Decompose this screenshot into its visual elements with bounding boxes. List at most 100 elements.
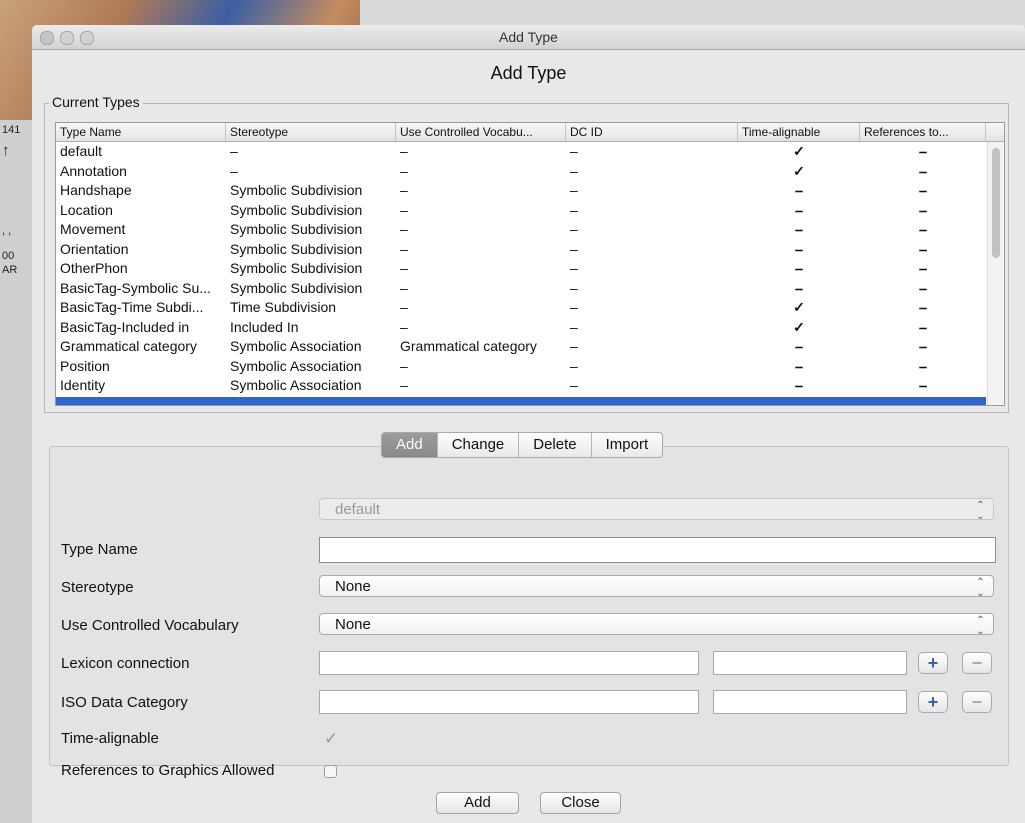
scrollbar-thumb[interactable] xyxy=(992,148,1000,258)
table-cell-vocab: – xyxy=(400,201,408,218)
table-cell-time: ✓ xyxy=(793,318,805,335)
table-cell-time: ⎯ xyxy=(795,201,803,218)
table-row[interactable]: BasicTag-Time Subdi... Time Subdivision – –… xyxy=(56,298,986,318)
vocab-label: Use Controlled Vocabulary xyxy=(61,617,239,634)
table-cell-refs: ⎯ xyxy=(919,357,927,374)
table-cell-name: OtherPhon xyxy=(60,260,128,276)
table-cell-dcid: – xyxy=(570,279,578,296)
lexicon-input-1[interactable] xyxy=(319,651,699,675)
table-cell-name: BasicTag-Included in xyxy=(60,318,190,335)
table-row[interactable]: Orientation Symbolic Subdivision – – ⎯ ⎯ xyxy=(56,240,986,260)
table-cell-refs: ⎯ xyxy=(919,299,927,315)
column-header[interactable]: Time-alignable xyxy=(738,123,860,141)
table-row[interactable]: Handshape Symbolic Subdivision – – ⎯ ⎯ xyxy=(56,181,986,201)
table-cell-stereotype: Symbolic Subdivision xyxy=(230,279,363,296)
table-cell-name: Handshape xyxy=(60,182,132,198)
close-window-button[interactable] xyxy=(40,31,54,45)
table-cell-stereotype: – xyxy=(230,162,238,179)
table-cell-name: Position xyxy=(60,357,110,374)
add-button[interactable]: Add xyxy=(436,792,519,814)
table-cell-dcid: – xyxy=(570,162,578,179)
close-button[interactable]: Close xyxy=(540,792,621,814)
stereotype-value: None xyxy=(335,578,371,595)
type-select-combo[interactable]: default ⌃⌄ xyxy=(319,498,994,522)
table-cell-dcid: – xyxy=(570,338,578,354)
column-header[interactable]: Use Controlled Vocabu... xyxy=(396,123,566,141)
updown-arrows-icon: ⌃⌄ xyxy=(975,615,986,637)
table-cell-stereotype: Symbolic Association xyxy=(230,357,362,374)
table-cell-time: ✓ xyxy=(793,162,805,179)
table-row[interactable]: Location Symbolic Subdivision – – ⎯ ⎯ xyxy=(56,201,986,221)
window-title: Add Type xyxy=(499,29,558,45)
table-cell-vocab: – xyxy=(400,221,408,237)
table-row[interactable]: Grammatical category Symbolic Association… xyxy=(56,337,986,357)
table-header: Type Name Stereotype Use Controlled Voca… xyxy=(56,123,1004,142)
table-cell-vocab: – xyxy=(400,260,408,276)
strip-label: 00 xyxy=(2,250,15,262)
minimize-window-button[interactable] xyxy=(60,31,74,45)
tab-add[interactable]: Add xyxy=(382,433,438,457)
lexicon-add-button[interactable]: + xyxy=(918,652,948,674)
table-cell-stereotype: Symbolic Association xyxy=(230,338,362,354)
zoom-window-button[interactable] xyxy=(80,31,94,45)
tab-delete[interactable]: Delete xyxy=(519,433,592,457)
table-row[interactable]: BasicTag-Symbolic Su... Symbolic Subdivis… xyxy=(56,279,986,299)
tab-import[interactable]: Import xyxy=(592,433,663,457)
table-cell-refs: ⎯ xyxy=(919,162,927,179)
table-cell-vocab: – xyxy=(400,299,408,315)
lexicon-remove-button[interactable]: − xyxy=(962,652,992,674)
table-cell-refs: ⎯ xyxy=(919,318,927,335)
lexicon-label: Lexicon connection xyxy=(61,655,190,672)
selected-row-partial[interactable] xyxy=(56,397,986,405)
table-row[interactable]: Position Symbolic Association – – ⎯ ⎯ xyxy=(56,357,986,377)
updown-arrows-icon: ⌃⌄ xyxy=(975,500,986,522)
iso-input-2[interactable] xyxy=(713,690,907,714)
table-cell-time: ⎯ xyxy=(795,279,803,296)
iso-remove-button[interactable]: − xyxy=(962,691,992,713)
table-cell-time: ⎯ xyxy=(795,240,803,257)
iso-input-1[interactable] xyxy=(319,690,699,714)
table-cell-stereotype: Symbolic Subdivision xyxy=(230,260,363,276)
table-row[interactable]: Annotation – – – ✓ ⎯ xyxy=(56,162,986,182)
table-row[interactable]: BasicTag-Included in Included In – – ✓ ⎯ xyxy=(56,318,986,338)
table-row[interactable]: OtherPhon Symbolic Subdivision – – ⎯ ⎯ xyxy=(56,259,986,279)
time-alignable-checkbox[interactable]: ✓ xyxy=(324,730,338,747)
table-scrollbar[interactable] xyxy=(987,142,1004,405)
table-cell-vocab: – xyxy=(400,357,408,374)
table-cell-vocab: – xyxy=(400,182,408,198)
updown-arrows-icon: ⌃⌄ xyxy=(975,577,986,599)
table-row[interactable]: Movement Symbolic Subdivision – – ⎯ ⎯ xyxy=(56,220,986,240)
table-row[interactable]: Identity Symbolic Association – – ⎯ ⎯ xyxy=(56,376,986,396)
strip-label: , , xyxy=(2,225,12,237)
column-header[interactable]: References to... xyxy=(860,123,986,141)
table-cell-stereotype: Symbolic Subdivision xyxy=(230,221,363,237)
vocab-combo[interactable]: None ⌃⌄ xyxy=(319,613,994,637)
table-cell-dcid: – xyxy=(570,182,578,198)
table-cell-name: Grammatical category xyxy=(60,338,197,354)
lexicon-input-2[interactable] xyxy=(713,651,907,675)
table-cell-vocab: Grammatical category xyxy=(400,338,537,354)
title-bar: Add Type xyxy=(32,25,1025,50)
iso-add-button[interactable]: + xyxy=(918,691,948,713)
type-name-input[interactable] xyxy=(319,537,996,563)
column-header[interactable]: Type Name xyxy=(56,123,226,141)
stereotype-combo[interactable]: None ⌃⌄ xyxy=(319,575,994,599)
current-types-legend: Current Types xyxy=(49,94,143,110)
table-cell-refs: ⎯ xyxy=(919,201,927,218)
table-cell-name: Annotation xyxy=(60,162,127,179)
tab-change[interactable]: Change xyxy=(438,433,520,457)
table-cell-time: ✓ xyxy=(793,143,805,159)
refs-graphics-checkbox[interactable] xyxy=(324,765,337,778)
table-cell-refs: ⎯ xyxy=(919,279,927,296)
current-types-table[interactable]: Type Name Stereotype Use Controlled Voca… xyxy=(55,122,1005,406)
column-header[interactable]: Stereotype xyxy=(226,123,396,141)
table-cell-stereotype: Included In xyxy=(230,318,299,335)
table-cell-dcid: – xyxy=(570,201,578,218)
table-cell-refs: ⎯ xyxy=(919,260,927,276)
table-row[interactable]: default – – – ✓ ⎯ xyxy=(56,142,986,162)
plus-icon: + xyxy=(927,653,939,673)
table-cell-name: Movement xyxy=(60,221,126,237)
mode-tabs: Add Change Delete Import xyxy=(381,432,664,458)
table-cell-stereotype: Symbolic Subdivision xyxy=(230,182,363,198)
column-header[interactable]: DC ID xyxy=(566,123,738,141)
